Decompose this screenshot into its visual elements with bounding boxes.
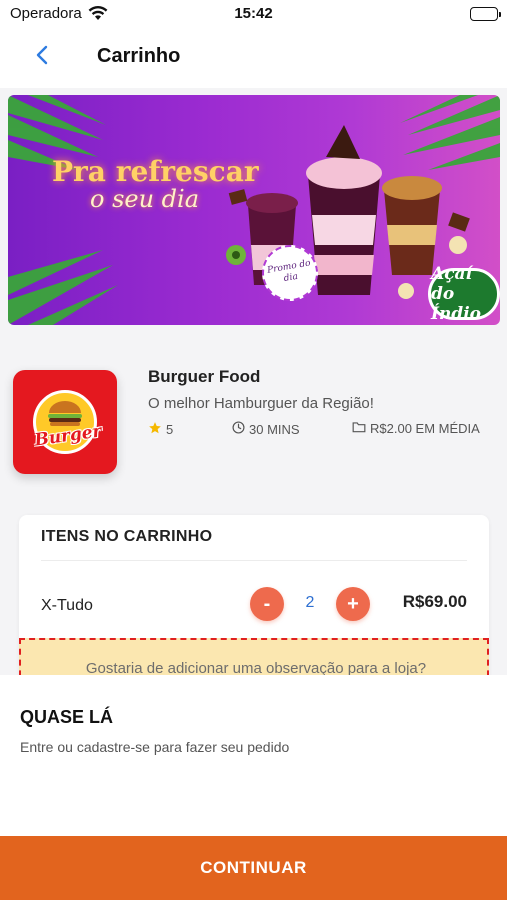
average-price-value: R$2.00 EM MÉDIA (370, 421, 480, 436)
status-bar: Operadora 15:42 (0, 0, 507, 28)
store-logo: Burger (13, 370, 117, 474)
delivery-time-value: 30 MINS (249, 421, 300, 437)
burger-icon: Burger (33, 390, 103, 454)
brand-logo: Açaí do Índio (428, 264, 500, 324)
divider (41, 560, 467, 561)
clock: 15:42 (234, 5, 273, 22)
clock-icon (232, 421, 245, 437)
delivery-time: 30 MINS (232, 421, 300, 437)
folder-icon (352, 421, 366, 436)
login-bottom-sheet: QUASE LÁ Entre ou cadastre-se para fazer… (0, 675, 507, 900)
store-description: O melhor Hamburguer da Região! (148, 395, 374, 412)
battery-icon (470, 7, 501, 21)
promo-banner[interactable]: Pra refrescar o seu dia Promo do dia Aça… (8, 95, 500, 325)
back-button[interactable] (26, 40, 58, 72)
navigation-bar: Carrinho (0, 28, 507, 88)
increase-quantity-button[interactable]: + (336, 587, 370, 621)
average-price: R$2.00 EM MÉDIA (352, 421, 480, 436)
banner-subheadline: o seu dia (90, 185, 200, 213)
cart-item-name: X-Tudo (41, 597, 93, 614)
logo-text: Burger (33, 421, 103, 451)
banner-headline: Pra refrescar (52, 155, 259, 188)
chevron-left-icon (36, 45, 48, 68)
banner-artwork (8, 95, 500, 325)
store-name: Burguer Food (148, 367, 261, 386)
item-quantity: 2 (305, 594, 315, 611)
continue-button[interactable]: CONTINUAR (0, 836, 507, 900)
page-title: Carrinho (97, 45, 181, 67)
store-rating: 5 (148, 421, 173, 438)
decrease-quantity-button[interactable]: - (250, 587, 284, 621)
star-icon (148, 421, 162, 438)
cart-heading: ITENS NO CARRINHO (41, 528, 213, 545)
sheet-title: QUASE LÁ (20, 707, 114, 727)
sheet-subtitle: Entre ou cadastre-se para fazer seu pedi… (20, 739, 290, 755)
cart-item-price: R$69.00 (402, 592, 467, 611)
rating-value: 5 (166, 422, 174, 437)
